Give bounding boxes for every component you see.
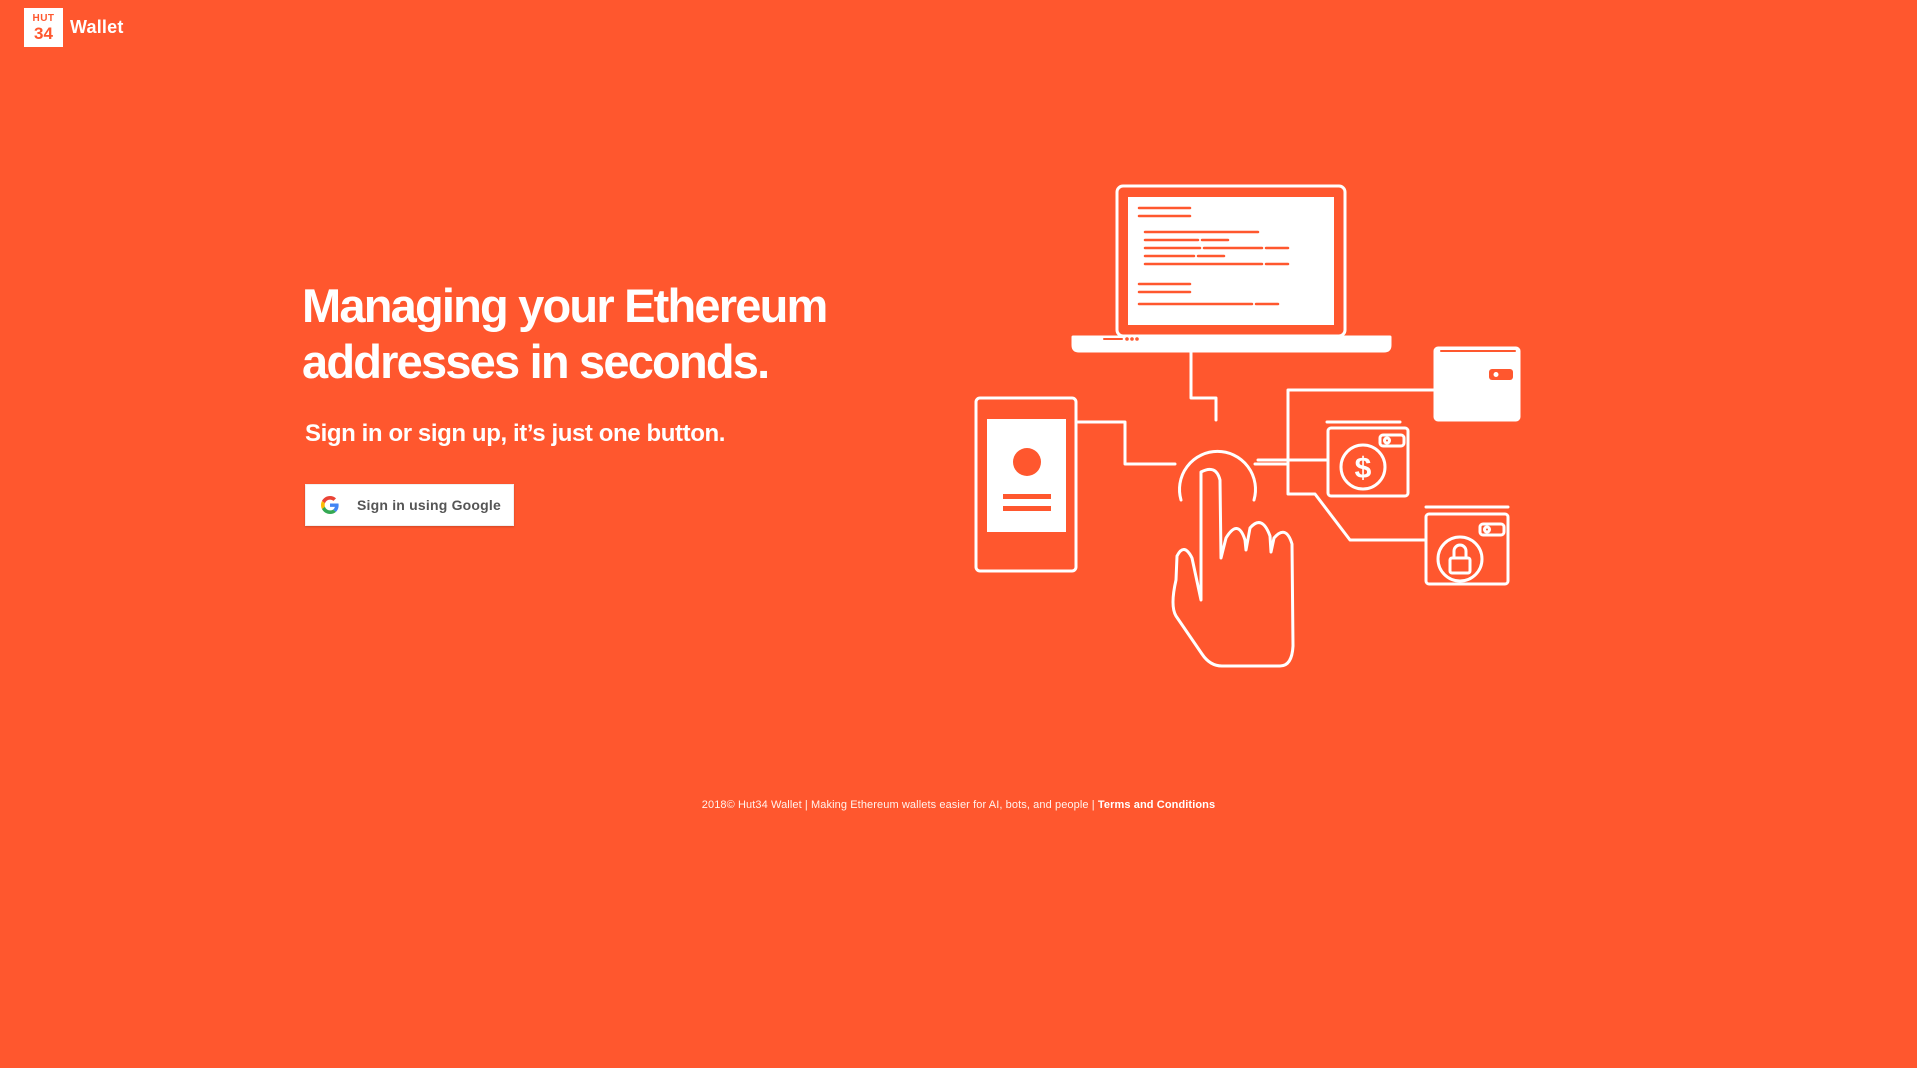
subline: Sign in or sign up, it’s just one button… <box>305 420 726 447</box>
page: HUT 34 Wallet Managing your Ethereum add… <box>0 0 1917 1068</box>
google-icon <box>321 496 339 514</box>
laptop-icon <box>1071 184 1392 353</box>
hut34-logo[interactable]: HUT 34 <box>24 8 63 47</box>
brand-name: Wallet <box>70 17 124 37</box>
dollar-wallet-icon: $ <box>1325 420 1410 498</box>
svg-text:$: $ <box>1355 452 1372 485</box>
hero: Managing your Ethereum addresses in seco… <box>302 278 862 448</box>
logo-line2: 34 <box>34 23 53 43</box>
brand[interactable]: HUT 34 Wallet <box>24 8 124 47</box>
headline-line2: addresses in seconds. <box>302 335 770 388</box>
headline-line1: Managing your Ethereum <box>302 279 828 332</box>
terms-link[interactable]: Terms and Conditions <box>1098 799 1215 811</box>
hero-illustration: $ <box>974 184 1521 668</box>
footer: 2018© Hut34 Wallet | Making Ethereum wal… <box>0 799 1917 811</box>
headline: Managing your Ethereum addresses in seco… <box>302 278 862 390</box>
touch-hand-icon <box>1171 449 1295 668</box>
google-signin-button[interactable]: Sign in using Google <box>305 484 514 526</box>
google-signin-label: Sign in using Google <box>357 497 501 513</box>
phone-icon <box>974 396 1078 573</box>
logo-line1: HUT <box>32 12 55 24</box>
footer-text: 2018© Hut34 Wallet | Making Ethereum wal… <box>701 799 1098 811</box>
wallet-icon <box>1433 346 1521 422</box>
lock-wallet-icon <box>1424 505 1510 586</box>
